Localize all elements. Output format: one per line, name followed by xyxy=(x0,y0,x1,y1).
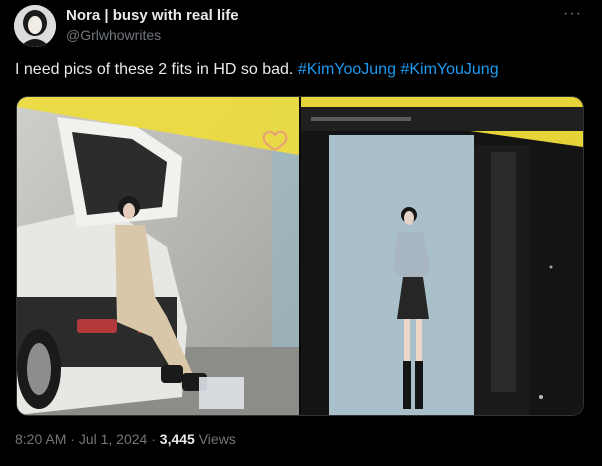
separator-dot: · xyxy=(70,431,75,447)
tweet-body: I need pics of these 2 fits in HD so bad… xyxy=(15,61,294,78)
avatar[interactable] xyxy=(14,5,56,47)
photo-right[interactable] xyxy=(301,97,583,415)
media-grid[interactable] xyxy=(16,96,584,416)
views-count: 3,445 xyxy=(159,431,195,447)
photo-left[interactable] xyxy=(17,97,299,415)
author-handle[interactable]: @Grlwhowrites xyxy=(66,27,161,43)
views-label: Views xyxy=(198,431,236,447)
separator-dot: · xyxy=(151,431,156,447)
more-options-icon[interactable]: ··· xyxy=(563,5,582,23)
tweet-date[interactable]: Jul 1, 2024 xyxy=(79,431,148,447)
hashtag-link-2[interactable]: #KimYouJung xyxy=(400,61,498,78)
author-display-name[interactable]: Nora | busy with real life xyxy=(66,7,239,24)
tweet-footer: 8:20 AM · Jul 1, 2024 · 3,445 Views xyxy=(15,431,236,447)
tweet-text: I need pics of these 2 fits in HD so bad… xyxy=(15,61,499,79)
tweet: Nora | busy with real life @Grlwhowrites… xyxy=(0,0,602,466)
hashtag-link-1[interactable]: #KimYooJung xyxy=(298,61,396,78)
tweet-time[interactable]: 8:20 AM xyxy=(15,431,66,447)
